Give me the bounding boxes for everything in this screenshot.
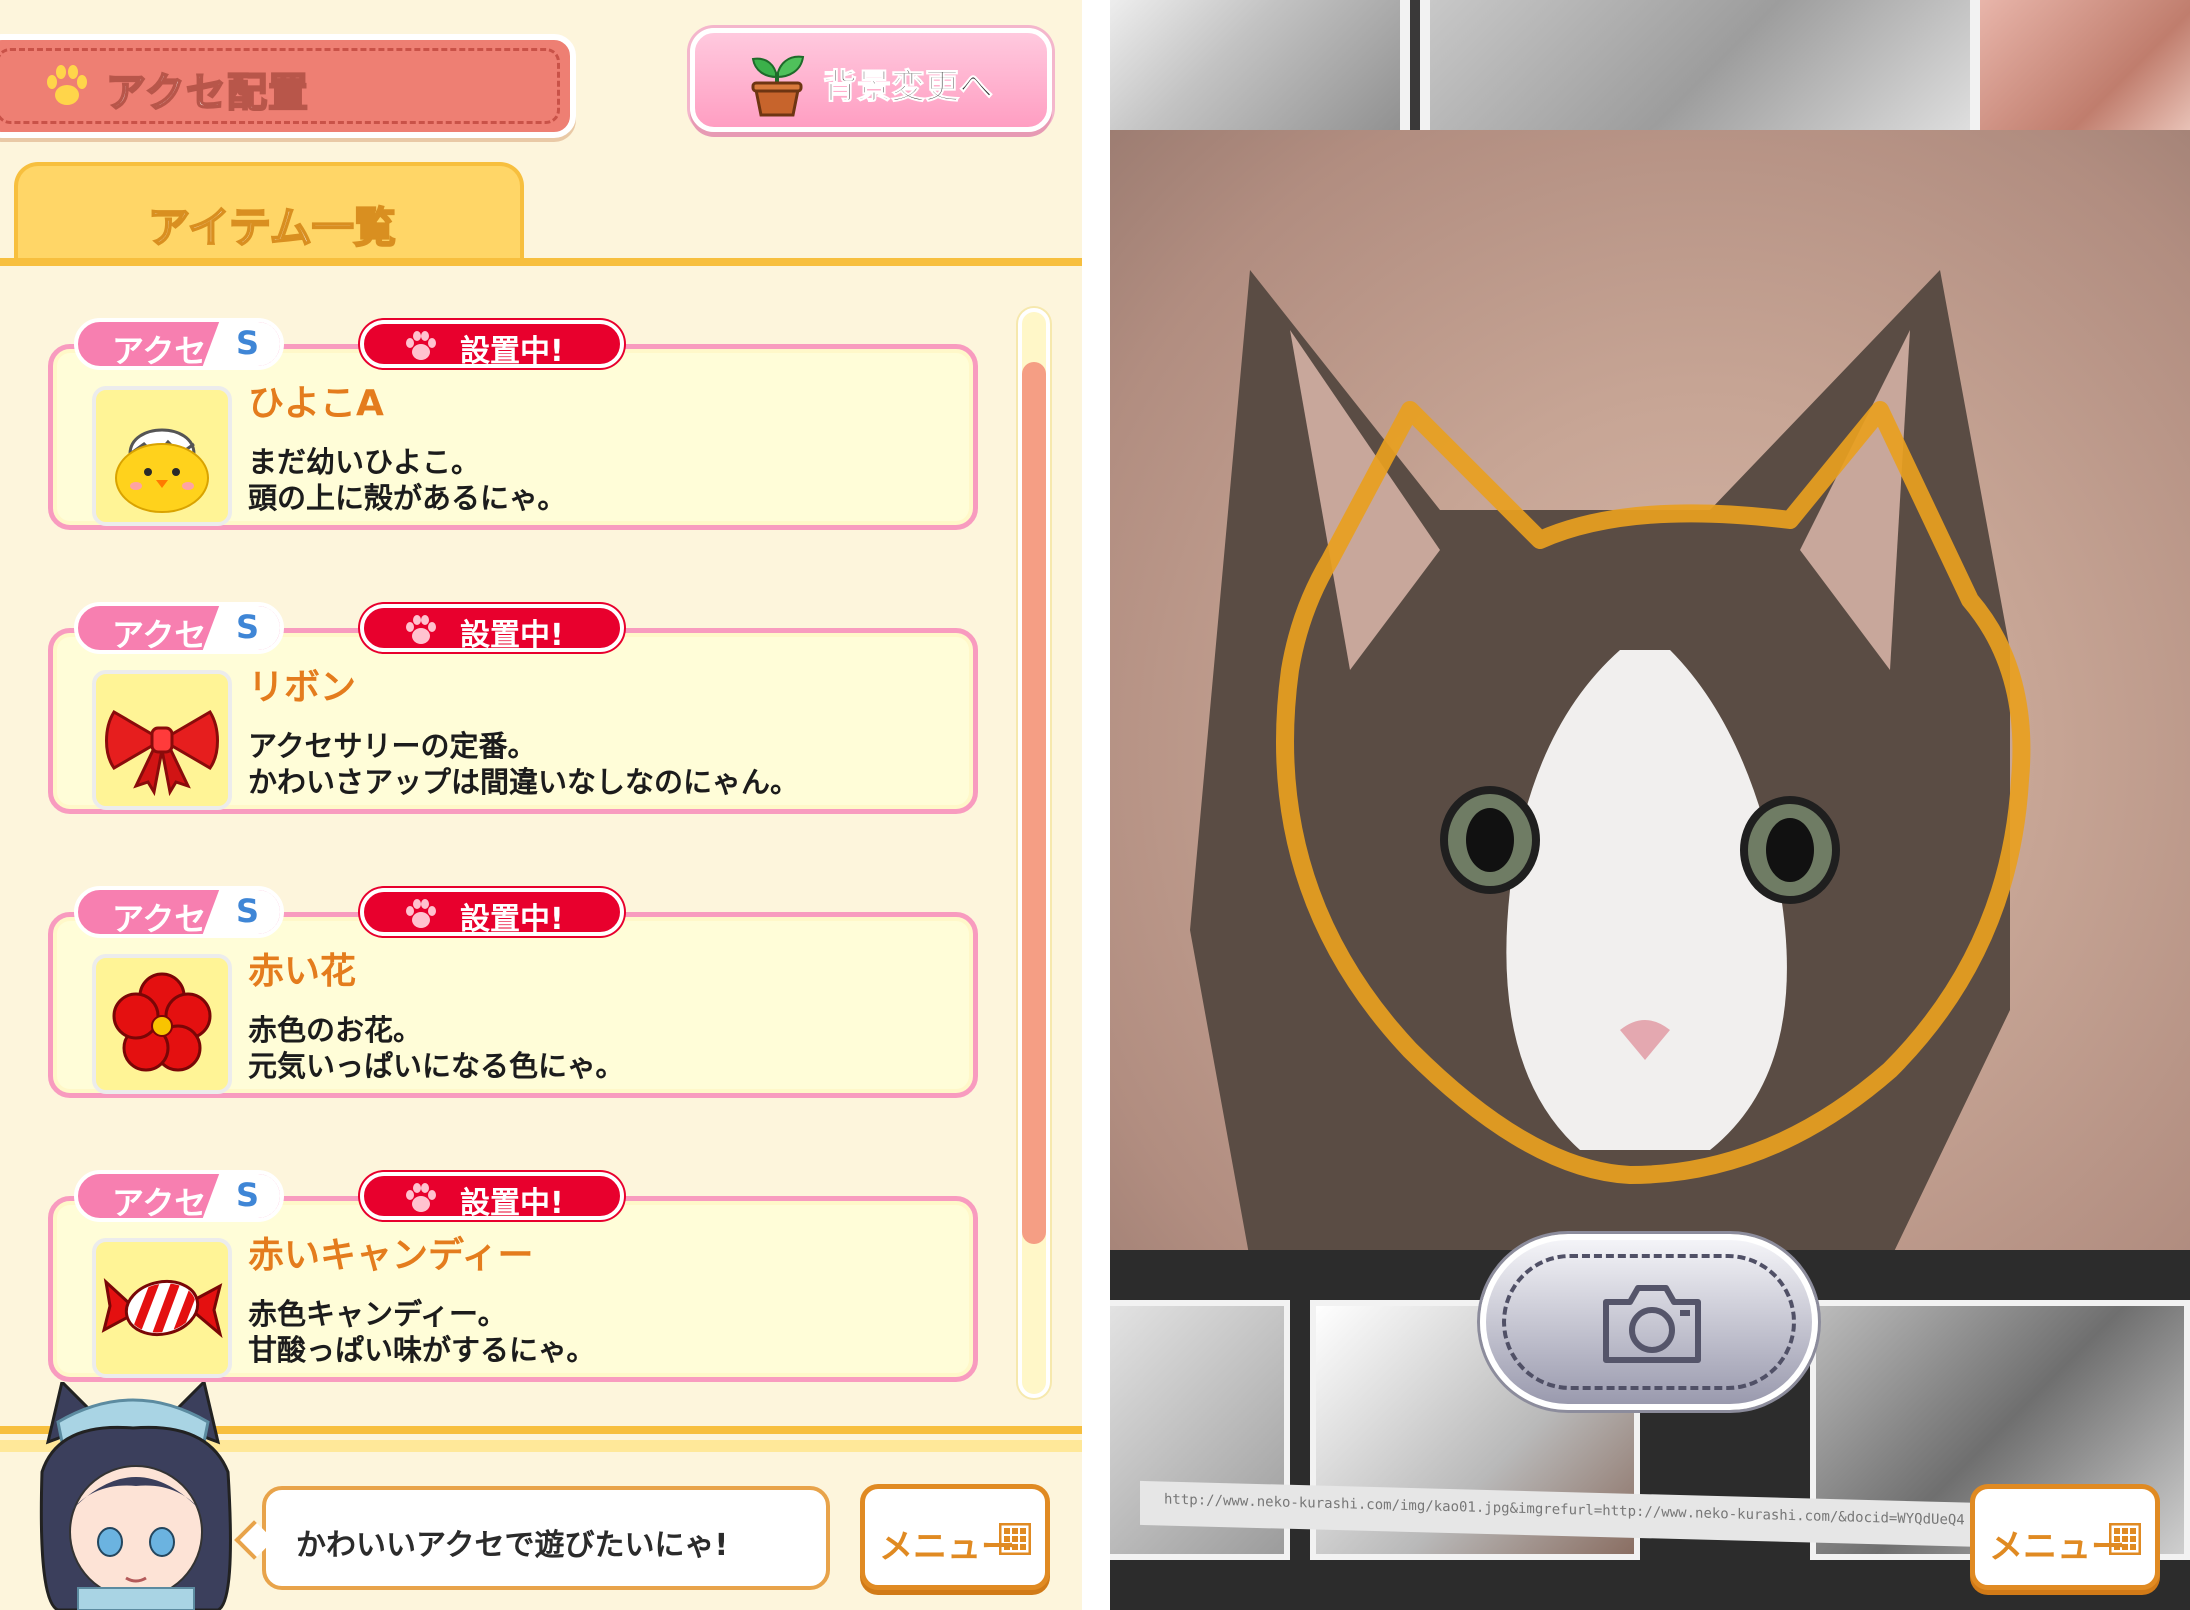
status-label: 設置中! [460, 618, 564, 653]
item-description: 赤色キャンディー。 甘酸っぱい味がするにゃ。 [248, 1296, 595, 1368]
category-badge: アクセ S [74, 602, 284, 654]
item-thumbnail [92, 386, 232, 526]
grid-menu-icon [2109, 1523, 2141, 1555]
description-line: 甘酸っぱい味がするにゃ。 [248, 1333, 596, 1367]
scrollbar-thumb[interactable] [1022, 362, 1046, 1244]
change-background-label: 背景変更へ [823, 67, 994, 108]
size-label: S [236, 1176, 260, 1214]
list-item[interactable]: アクセ S 設置中! ひよこA まだ幼いひよこ。 頭の上に殻があるにゃ。 [48, 318, 978, 530]
speech-bubble: かわいいアクセで遊びたいにゃ! [234, 1486, 830, 1590]
category-label: アクセ [112, 1184, 207, 1222]
description-line: アクセサリーの定番。 [248, 729, 537, 763]
speech-text: かわいいアクセで遊びたいにゃ! [296, 1528, 729, 1563]
red-flower-icon [112, 972, 212, 1072]
cat-face-outline-icon [1276, 401, 2031, 1184]
sprout-pot-icon [751, 55, 805, 117]
paw-icon [406, 899, 436, 928]
size-label: S [236, 324, 260, 362]
category-badge: アクセ S [74, 1170, 284, 1222]
category-label: アクセ [112, 332, 207, 370]
list-item[interactable]: アクセ S 設置中! リボン アクセサリーの定番。 かわいさアップは間違いなしな… [48, 602, 978, 814]
camera-preview [1110, 130, 2190, 1260]
category-badge: アクセ S [74, 318, 284, 370]
status-badge: 設置中! [360, 604, 624, 653]
status-badge: 設置中! [360, 1172, 624, 1221]
description-line: まだ幼いひよこ。 [248, 445, 481, 479]
status-label: 設置中! [460, 334, 564, 369]
camera-shutter-button[interactable] [1480, 1234, 1818, 1410]
page-title-tab: アクセ配置 [0, 34, 576, 138]
character-avatar [39, 1382, 232, 1610]
background-photo [1110, 0, 1410, 150]
paw-icon [406, 331, 436, 360]
menu-button[interactable]: メニュー [1970, 1484, 2160, 1590]
background-photo [1420, 0, 2010, 150]
item-description: まだ幼いひよこ。 頭の上に殻があるにゃ。 [248, 444, 566, 516]
description-line: 頭の上に殻があるにゃ。 [248, 481, 567, 515]
description-line: かわいさアップは間違いなしなのにゃん。 [248, 765, 800, 799]
menu-button[interactable]: メニュー [860, 1484, 1050, 1590]
description-line: 元気いっぱいになる色にゃ。 [248, 1049, 625, 1083]
item-description: アクセサリーの定番。 かわいさアップは間違いなしなのにゃん。 [248, 728, 799, 800]
camera-view: http://www.neko-kurashi.com/img/kao01.jp… [1110, 0, 2190, 1610]
menu-label: メニュー [879, 1527, 1015, 1567]
item-name: 赤いキャンディー [248, 1235, 534, 1276]
page-title: アクセ配置 [105, 69, 309, 117]
change-background-button[interactable]: 背景変更へ [690, 28, 1052, 132]
paw-icon [406, 615, 436, 644]
item-name: ひよこA [248, 383, 384, 424]
description-line: 赤色キャンディー。 [248, 1297, 507, 1331]
status-label: 設置中! [460, 902, 564, 937]
paw-icon [47, 65, 87, 105]
tab-divider [0, 258, 1082, 266]
status-badge: 設置中! [360, 320, 624, 369]
chick-icon [115, 428, 209, 513]
size-label: S [236, 608, 260, 646]
status-badge: 設置中! [360, 888, 624, 937]
item-thumbnail [92, 1238, 232, 1378]
grid-menu-icon [999, 1523, 1031, 1555]
item-thumbnail [92, 954, 232, 1094]
category-badge: アクセ S [74, 886, 284, 938]
status-label: 設置中! [460, 1186, 564, 1221]
item-thumbnail [92, 670, 232, 810]
category-label: アクセ [112, 900, 207, 938]
menu-label: メニュー [1989, 1527, 2125, 1567]
ribbon-icon [105, 709, 219, 797]
tab-item-list-label: アイテム一覧 [147, 202, 397, 253]
camera-icon [1603, 1285, 1701, 1363]
list-item[interactable]: アクセ S 設置中! 赤いキャンディー 赤色キャンディー。 甘酸っぱい味がするに [48, 1170, 978, 1382]
category-label: アクセ [112, 616, 207, 654]
item-description: 赤色のお花。 元気いっぱいになる色にゃ。 [248, 1012, 624, 1084]
item-name: リボン [248, 667, 357, 708]
tab-item-list[interactable]: アイテム一覧 [14, 162, 524, 266]
list-item[interactable]: アクセ S 設置中! 赤い花 赤色のお花。 元気いっぱいになる色にゃ。 [48, 886, 978, 1098]
red-candy-icon [101, 1277, 223, 1339]
paw-icon [406, 1183, 436, 1212]
item-name: 赤い花 [248, 951, 357, 992]
accessory-panel: アクセ配置 背景変更へ アイテム一覧 アクセ S 設置中! ひよこA まだ幼いひ… [0, 0, 1082, 1610]
size-label: S [236, 892, 260, 930]
description-line: 赤色のお花。 [248, 1013, 423, 1047]
